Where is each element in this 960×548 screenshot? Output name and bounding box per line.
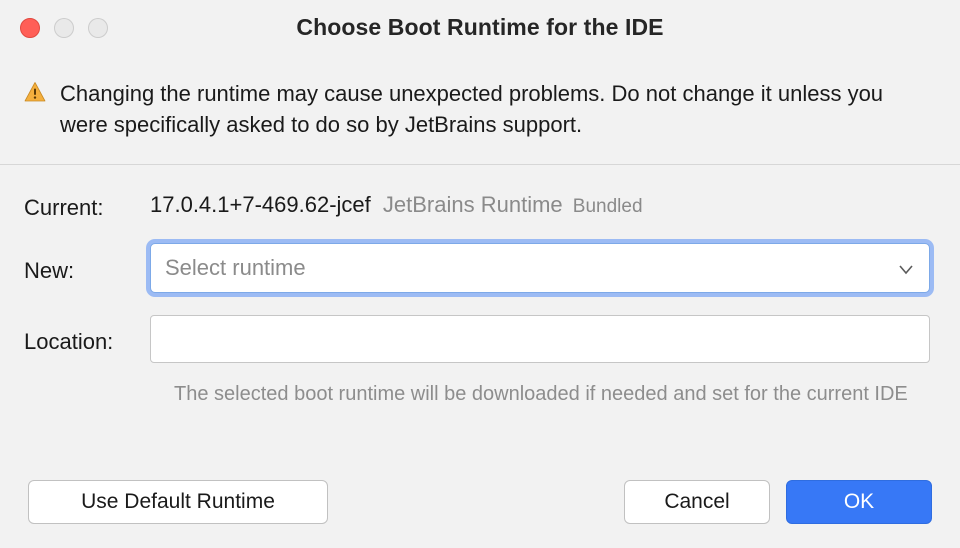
warning-banner: Changing the runtime may cause unexpecte… — [0, 54, 960, 165]
warning-icon — [24, 81, 46, 108]
window-controls — [20, 18, 108, 38]
current-value: 17.0.4.1+7-469.62-jcef JetBrains Runtime… — [150, 192, 930, 218]
chevron-down-icon — [899, 255, 913, 281]
current-bundled-badge: Bundled — [573, 196, 643, 217]
dialog-title: Choose Boot Runtime for the IDE — [296, 14, 663, 41]
current-version: 17.0.4.1+7-469.62-jcef — [150, 192, 371, 217]
current-label: Current: — [24, 189, 150, 221]
new-label: New: — [24, 252, 150, 284]
zoom-window-button[interactable] — [88, 18, 108, 38]
titlebar: Choose Boot Runtime for the IDE — [0, 0, 960, 54]
location-hint: The selected boot runtime will be downlo… — [174, 379, 930, 409]
runtime-select-placeholder: Select runtime — [165, 255, 306, 281]
runtime-select[interactable]: Select runtime — [150, 243, 930, 293]
dialog-window: Choose Boot Runtime for the IDE Changing… — [0, 0, 960, 548]
ok-button[interactable]: OK — [786, 480, 932, 524]
cancel-button[interactable]: Cancel — [624, 480, 770, 524]
new-row: New: Select runtime — [24, 243, 930, 293]
location-row: Location: — [24, 315, 930, 363]
location-field[interactable] — [150, 315, 930, 363]
dialog-footer: Use Default Runtime Cancel OK — [0, 458, 960, 548]
close-window-button[interactable] — [20, 18, 40, 38]
current-subtitle: JetBrains Runtime — [383, 192, 563, 217]
form-area: Current: 17.0.4.1+7-469.62-jcef JetBrain… — [0, 165, 960, 409]
warning-text: Changing the runtime may cause unexpecte… — [60, 78, 930, 140]
minimize-window-button[interactable] — [54, 18, 74, 38]
location-label: Location: — [24, 323, 150, 355]
current-row: Current: 17.0.4.1+7-469.62-jcef JetBrain… — [24, 189, 930, 221]
use-default-runtime-button[interactable]: Use Default Runtime — [28, 480, 328, 524]
